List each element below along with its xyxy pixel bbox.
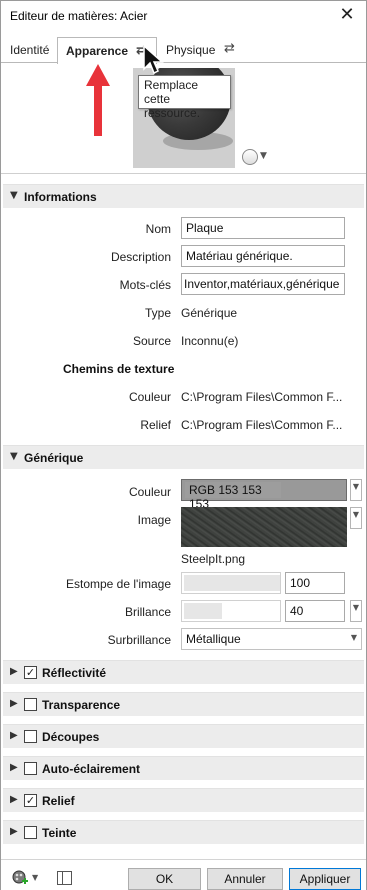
- brillance-slider-fill: [184, 603, 222, 619]
- close-icon[interactable]: ✕: [336, 4, 358, 26]
- auto-eclairement-checkbox[interactable]: [24, 762, 37, 775]
- mouse-cursor-icon: [143, 45, 164, 75]
- swap-arrows-icon[interactable]: ⇄: [224, 41, 235, 56]
- section-label: Transparence: [42, 698, 121, 712]
- brillance-input[interactable]: 40: [285, 600, 345, 622]
- section-informations[interactable]: ▼ Informations: [3, 184, 364, 208]
- estompe-input[interactable]: 100: [285, 572, 345, 594]
- expand-triangle-icon[interactable]: ▶: [10, 666, 18, 677]
- ok-button[interactable]: OK: [128, 868, 201, 890]
- chevron-down-icon[interactable]: ▼: [32, 873, 38, 882]
- material-library-icon[interactable]: [12, 870, 28, 886]
- window-title: Editeur de matières: Acier: [10, 9, 148, 23]
- preview-shape-icon[interactable]: [242, 149, 258, 165]
- chevron-down-icon[interactable]: ▼: [350, 507, 362, 529]
- section-label: Teinte: [42, 826, 77, 840]
- nom-label: Nom: [145, 222, 171, 236]
- section-label: Découpes: [42, 730, 100, 744]
- tab-strip: Identité Apparence ⇄ Physique ⇄: [1, 37, 366, 64]
- description-field[interactable]: Matériau générique.: [181, 245, 345, 267]
- color-swatch[interactable]: RGB 153 153 153: [181, 479, 347, 511]
- expand-triangle-icon[interactable]: ▶: [10, 730, 18, 741]
- teinte-checkbox[interactable]: [24, 826, 37, 839]
- section-decoupes[interactable]: ▶ Découpes: [3, 724, 364, 748]
- texture-couleur-label: Couleur: [128, 390, 171, 404]
- image-label: Image: [137, 513, 171, 527]
- surbrillance-value: Métallique: [186, 632, 241, 646]
- section-generique[interactable]: ▼ Générique: [3, 445, 364, 469]
- estompe-slider[interactable]: [181, 572, 281, 594]
- surbrillance-select[interactable]: Métallique ▼: [181, 628, 362, 650]
- section-label: Réflectivité: [42, 666, 107, 680]
- section-label: Auto-éclairement: [42, 762, 141, 776]
- collapse-triangle-icon[interactable]: ▼: [10, 451, 18, 462]
- surbrillance-label: Surbrillance: [107, 633, 171, 647]
- section-auto-eclairement[interactable]: ▶ Auto-éclairement: [3, 756, 364, 780]
- source-label: Source: [132, 334, 171, 348]
- section-label: Informations: [24, 190, 97, 204]
- color-value: RGB 153 153 153: [185, 482, 281, 511]
- section-reflectivite[interactable]: ▶ ✓ Réflectivité: [3, 660, 364, 684]
- decoupes-checkbox[interactable]: [24, 730, 37, 743]
- chevron-down-icon[interactable]: ▼: [260, 151, 267, 161]
- material-editor-window: Editeur de matières: Acier ✕ Identité Ap…: [0, 0, 367, 890]
- expand-triangle-icon[interactable]: ▶: [10, 826, 18, 837]
- texture-filename: SteelpIt.png: [181, 552, 246, 566]
- texture-thumbnail[interactable]: [181, 507, 347, 547]
- section-label: Générique: [24, 451, 84, 465]
- tab-apparence-label: Apparence: [66, 44, 129, 58]
- brillance-label: Brillance: [124, 605, 171, 619]
- relief-checkbox[interactable]: ✓: [24, 794, 37, 807]
- title-bar: Editeur de matières: Acier ✕: [1, 1, 366, 31]
- texture-relief-label: Relief: [140, 418, 171, 432]
- type-label: Type: [144, 306, 171, 320]
- tooltip: Remplace cette ressource.: [138, 75, 231, 120]
- apply-button[interactable]: Appliquer: [289, 868, 361, 890]
- section-transparence[interactable]: ▶ Transparence: [3, 692, 364, 716]
- red-arrow-annotation: [86, 64, 110, 136]
- dialog-footer: ▼ OK Annuler Appliquer: [1, 859, 366, 890]
- texture-paths-heading: Chemins de texture: [63, 362, 175, 376]
- motscles-field[interactable]: Inventor,matériaux,générique: [181, 273, 345, 295]
- section-label: Relief: [42, 794, 75, 808]
- chevron-down-icon[interactable]: ▼: [350, 479, 362, 501]
- transparence-checkbox[interactable]: [24, 698, 37, 711]
- nom-field[interactable]: Plaque: [181, 217, 345, 239]
- estompe-slider-fill: [184, 575, 280, 591]
- section-relief[interactable]: ▶ ✓ Relief: [3, 788, 364, 812]
- brillance-slider[interactable]: [181, 600, 281, 622]
- couleur-label: Couleur: [128, 485, 171, 499]
- expand-triangle-icon[interactable]: ▶: [10, 794, 18, 805]
- reflectivite-checkbox[interactable]: ✓: [24, 666, 37, 679]
- tab-identite[interactable]: Identité: [10, 37, 49, 63]
- cancel-button[interactable]: Annuler: [207, 868, 283, 890]
- texture-relief-path: C:\Program Files\Common F...: [181, 418, 343, 432]
- tooltip-line-1: Remplace cette: [144, 78, 199, 106]
- motscles-label: Mots-clés: [119, 278, 171, 292]
- collapse-triangle-icon[interactable]: ▼: [10, 190, 18, 201]
- texture-couleur-path: C:\Program Files\Common F...: [181, 390, 343, 404]
- tab-physique[interactable]: Physique: [166, 37, 215, 63]
- source-value: Inconnu(e): [181, 334, 239, 348]
- type-value: Générique: [181, 306, 238, 320]
- tooltip-line-2: ressource.: [144, 106, 201, 120]
- expand-triangle-icon[interactable]: ▶: [10, 762, 18, 773]
- section-teinte[interactable]: ▶ Teinte: [3, 820, 364, 844]
- divider: [1, 173, 366, 174]
- description-label: Description: [110, 250, 171, 264]
- panel-toggle-icon[interactable]: [57, 871, 72, 885]
- chevron-down-icon[interactable]: ▼: [350, 600, 362, 622]
- chevron-down-icon[interactable]: ▼: [351, 633, 357, 642]
- estompe-label: Estompe de l'image: [65, 577, 171, 591]
- expand-triangle-icon[interactable]: ▶: [10, 698, 18, 709]
